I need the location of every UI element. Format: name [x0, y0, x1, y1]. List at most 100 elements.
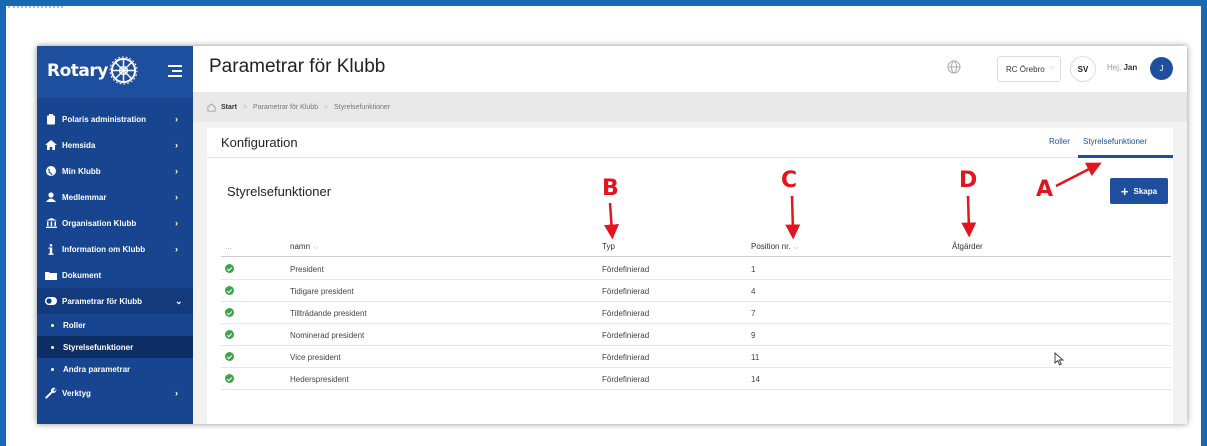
sidebar-item-label: Dokument [62, 270, 102, 280]
language-badge[interactable]: SV [1070, 56, 1096, 82]
clipboard-icon [45, 113, 57, 125]
sidebar-item-organisation[interactable]: Organisation Klubb › [37, 210, 193, 236]
table-row[interactable]: President Fördefinierad 1 [221, 258, 1171, 280]
club-select-value: RC Örebro [1006, 64, 1045, 74]
chevron-right-icon: › [175, 244, 178, 254]
check-circle-icon [225, 286, 234, 295]
sidebar: Rotary Polaris administration › Hemsida … [37, 46, 193, 424]
sidebar-subitem-andra-parametrar[interactable]: Andra parametrar [37, 358, 193, 380]
section-title: Styrelsefunktioner [227, 184, 332, 199]
menu-toggle-icon[interactable] [168, 65, 182, 77]
sidebar-item-dokument[interactable]: Dokument [37, 262, 193, 288]
table-row[interactable]: Tillträdande president Fördefinierad 7 [221, 302, 1171, 324]
sidebar-nav: Polaris administration › Hemsida › Min K… [37, 106, 193, 406]
column-menu[interactable]: ... [225, 242, 232, 251]
sidebar-item-label: Organisation Klubb [62, 218, 137, 228]
sidebar-item-polaris[interactable]: Polaris administration › [37, 106, 193, 132]
sidebar-item-verktyg[interactable]: Verktyg › [37, 380, 193, 406]
home-icon[interactable] [207, 102, 216, 112]
sidebar-item-medlemmar[interactable]: Medlemmar › [37, 184, 193, 210]
sidebar-item-parametrar[interactable]: Parametrar för Klubb ⌄ [37, 288, 193, 314]
bullet-icon [51, 345, 54, 349]
breadcrumb-item[interactable]: Parametrar för Klubb [253, 104, 318, 111]
cell-name: Tidigare president [290, 287, 354, 296]
check-circle-icon [225, 264, 234, 273]
wrench-icon [45, 387, 57, 399]
annotation-label-b: B [602, 176, 619, 201]
column-header-name[interactable]: namn ⌵ [290, 242, 318, 252]
sidebar-item-hemsida[interactable]: Hemsida › [37, 132, 193, 158]
language-globe-icon[interactable] [947, 60, 961, 74]
toggle-icon [45, 295, 57, 307]
chevron-right-icon: › [175, 218, 178, 228]
frame-top-bar [0, 0, 1207, 8]
sort-chevron-icon: ⌵ [793, 244, 799, 251]
panel-header: Konfiguration Roller Styrelsefunktioner [207, 128, 1173, 158]
tab-styrelsefunktioner[interactable]: Styrelsefunktioner [1083, 137, 1147, 146]
check-circle-icon [225, 308, 234, 317]
table-row[interactable]: Nominerad president Fördefinierad 9 [221, 324, 1171, 346]
rotary-wheel-icon [109, 56, 138, 85]
tab-roller[interactable]: Roller [1049, 137, 1070, 146]
cell-type: Fördefinierad [602, 309, 650, 318]
create-button[interactable]: + Skapa [1110, 178, 1168, 204]
chevron-down-icon: ⌵ [1049, 64, 1055, 71]
chevron-right-icon: › [175, 114, 178, 124]
bullet-icon [51, 367, 54, 371]
annotation-label-a: A [1036, 177, 1054, 202]
cell-name: President [290, 265, 324, 274]
cell-type: Fördefinierad [602, 287, 650, 296]
sidebar-subitem-label: Roller [63, 320, 86, 330]
cell-position: 4 [751, 287, 756, 296]
cell-type: Fördefinierad [602, 353, 650, 362]
avatar[interactable]: J [1150, 57, 1173, 80]
breadcrumb-home[interactable]: Start [221, 104, 237, 111]
chevron-down-icon: ⌄ [175, 296, 183, 306]
sidebar-item-label: Min Klubb [62, 166, 101, 176]
app-header: Parametrar för Klubb RC Örebro ⌵ SV Hej,… [193, 46, 1187, 92]
sidebar-item-label: Parametrar för Klubb [62, 296, 143, 306]
page-title: Parametrar för Klubb [209, 56, 386, 77]
table-row[interactable]: Vice president Fördefinierad 11 [221, 346, 1171, 368]
check-circle-icon [225, 374, 234, 383]
cell-position: 11 [751, 353, 760, 362]
cell-position: 9 [751, 331, 756, 340]
table-header: ... namn ⌵ Typ Position nr. ⌵ Åtgärder [221, 235, 1171, 257]
greeting-prefix: Hej, [1107, 63, 1122, 72]
annotation-label-c: C [781, 168, 798, 193]
chevron-right-icon: › [175, 388, 178, 398]
folder-icon [45, 269, 57, 281]
create-button-label: Skapa [1133, 186, 1158, 196]
table-row[interactable]: Tidigare president Fördefinierad 4 [221, 280, 1171, 302]
club-select[interactable]: RC Örebro ⌵ [997, 56, 1061, 82]
column-header-actions: Åtgärder [952, 242, 983, 251]
sidebar-item-label: Verktyg [62, 388, 91, 398]
sidebar-subitem-styrelsefunktioner[interactable]: Styrelsefunktioner [37, 336, 193, 358]
cell-name: Nominerad president [290, 331, 365, 340]
column-label: namn [290, 242, 311, 251]
chevron-right-icon: › [175, 192, 178, 202]
user-name: Jan [1123, 63, 1138, 72]
sidebar-item-label: Polaris administration [62, 114, 147, 124]
info-icon [45, 243, 57, 255]
app-window: Rotary Polaris administration › Hemsida … [37, 46, 1187, 424]
cell-name: Vice president [290, 353, 341, 362]
user-icon [45, 191, 57, 203]
sort-chevron-icon: ⌵ [313, 244, 319, 251]
table-row[interactable]: Hederspresident Fördefinierad 14 [221, 368, 1171, 390]
sidebar-subitem-roller[interactable]: Roller [37, 314, 193, 336]
panel-title: Konfiguration [221, 135, 298, 150]
cell-position: 1 [751, 265, 756, 274]
sidebar-subitem-label: Styrelsefunktioner [63, 342, 134, 352]
home-icon [45, 139, 57, 151]
brand-name: Rotary [47, 61, 108, 81]
chevron-right-icon: › [175, 166, 178, 176]
sidebar-item-min-klubb[interactable]: Min Klubb › [37, 158, 193, 184]
sidebar-item-information[interactable]: Information om Klubb › [37, 236, 193, 262]
check-circle-icon [225, 330, 234, 339]
sidebar-item-label: Hemsida [62, 140, 96, 150]
breadcrumb-separator: > [242, 103, 248, 111]
check-circle-icon [225, 352, 234, 361]
column-header-position[interactable]: Position nr. ⌵ [751, 242, 799, 252]
cell-position: 14 [751, 375, 760, 384]
